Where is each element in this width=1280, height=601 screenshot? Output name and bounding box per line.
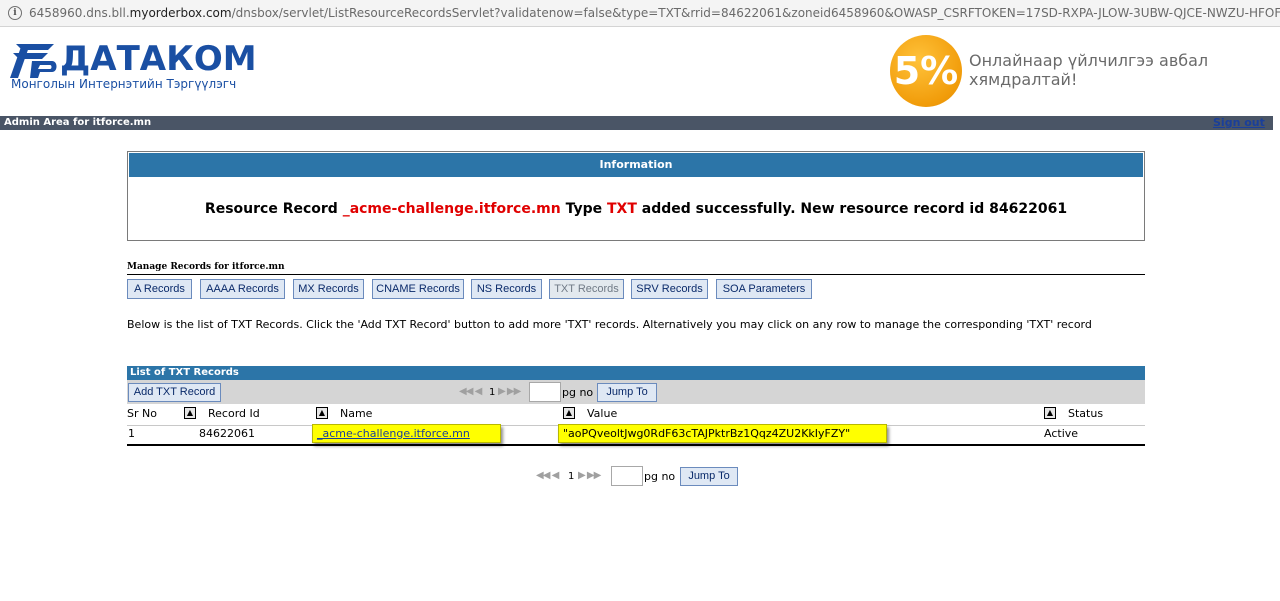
col-header-sr-no: Sr No — [127, 407, 157, 420]
bottom-pg-no-label: pg no — [644, 470, 676, 483]
cell-status: Active — [1044, 427, 1079, 440]
tab-soa-parameters[interactable]: SOA Parameters — [716, 279, 812, 299]
sort-icon[interactable]: ▲ — [1044, 407, 1056, 419]
bottom-jump-to-button[interactable]: Jump To — [680, 467, 738, 486]
logo-title: ДАТАКОМ — [60, 39, 257, 79]
prev-page-icon[interactable]: ◀ — [552, 470, 560, 481]
success-message-record: _acme-challenge.itforce.mn — [342, 201, 561, 217]
admin-bar: Admin Area for itforce.mn Sign out — [0, 116, 1273, 130]
col-header-value: Value — [587, 407, 618, 420]
sort-icon[interactable]: ▲ — [563, 407, 575, 419]
tab-aaaa-records[interactable]: AAAA Records — [200, 279, 285, 299]
table-bottom-border — [127, 444, 1145, 446]
tab-txt-records[interactable]: TXT Records — [549, 279, 624, 299]
success-message-type: TXT — [607, 201, 637, 217]
url-host: myorderbox.com — [129, 6, 232, 20]
tab-mx-records[interactable]: MX Records — [293, 279, 364, 299]
page-number-input[interactable] — [529, 382, 561, 402]
sort-icon[interactable]: ▲ — [316, 407, 328, 419]
bottom-pager-back-icons[interactable]: ◀◀ ◀ — [536, 470, 560, 482]
next-page-icon[interactable]: ▶ — [498, 386, 506, 397]
promo-badge: 5% — [890, 35, 962, 107]
records-description: Below is the list of TXT Records. Click … — [127, 318, 1092, 331]
datacom-logo-icon — [10, 44, 57, 78]
cell-name-link[interactable]: _acme-challenge.itforce.mn — [312, 424, 501, 443]
tab-srv-records[interactable]: SRV Records — [631, 279, 708, 299]
url-prefix: 6458960.dns.bll. — [29, 6, 130, 20]
url-path: /dnsbox/servlet/ListResourceRecordsServl… — [231, 6, 1280, 20]
info-icon[interactable]: i — [8, 6, 22, 20]
jump-to-button[interactable]: Jump To — [597, 383, 657, 402]
success-message-part3: added successfully. New resource record … — [636, 201, 1068, 217]
col-header-status: Status — [1068, 407, 1104, 420]
cell-sr-no: 1 — [128, 427, 135, 440]
address-bar[interactable]: i 6458960.dns.bll.myorderbox.com/dnsbox/… — [0, 0, 1280, 27]
add-txt-record-button[interactable]: Add TXT Record — [128, 383, 221, 402]
divider — [127, 274, 1145, 275]
cell-record-id: 84622061 — [199, 427, 255, 440]
logo-subtitle: Монголын Интернэтийн Тэргүүлэгч — [11, 77, 237, 91]
list-toolbar: Add TXT Record ◀◀ ◀ 1 ▶ ▶▶ pg no Jump To — [127, 380, 1145, 404]
pager-back-icons[interactable]: ◀◀ ◀ — [459, 386, 483, 398]
tab-a-records[interactable]: A Records — [127, 279, 192, 299]
sign-out-link[interactable]: Sign out — [1213, 117, 1265, 129]
last-page-icon[interactable]: ▶▶ — [587, 470, 601, 481]
promo-badge-text: 5% — [893, 49, 959, 93]
next-page-icon[interactable]: ▶ — [578, 470, 586, 481]
last-page-icon[interactable]: ▶▶ — [507, 386, 521, 397]
sort-icon[interactable]: ▲ — [184, 407, 196, 419]
information-heading: Information — [129, 153, 1143, 177]
success-message: Resource Record _acme-challenge.itforce.… — [128, 201, 1144, 217]
col-header-record-id: Record Id — [208, 407, 260, 420]
success-message-part1: Resource Record — [204, 201, 343, 217]
first-page-icon[interactable]: ◀◀ — [536, 470, 550, 481]
cell-value: "aoPQveoltJwg0RdF63cTAJPktrBz1Qqz4ZU2KkI… — [558, 424, 887, 443]
tab-ns-records[interactable]: NS Records — [471, 279, 542, 299]
prev-page-icon[interactable]: ◀ — [475, 386, 483, 397]
promo-text: Онлайнаар үйлчилгээ авбал хямдралтай! — [969, 51, 1209, 89]
admin-area-title: Admin Area for itforce.mn — [4, 117, 152, 128]
tab-cname-records[interactable]: CNAME Records — [372, 279, 464, 299]
col-header-name: Name — [340, 407, 373, 420]
first-page-icon[interactable]: ◀◀ — [459, 386, 473, 397]
bottom-page-number-input[interactable] — [611, 466, 643, 486]
pg-no-label: pg no — [562, 386, 594, 399]
url-text[interactable]: 6458960.dns.bll.myorderbox.com/dnsbox/se… — [29, 6, 1280, 20]
information-panel: Information Resource Record _acme-challe… — [127, 151, 1145, 241]
list-heading: List of TXT Records — [127, 366, 1145, 380]
manage-records-title: Manage Records for itforce.mn — [127, 262, 285, 272]
bottom-page-number: 1 — [568, 471, 575, 482]
bottom-pager-forward-icons[interactable]: ▶ ▶▶ — [578, 470, 601, 482]
site-header: ДАТАКОМ Монголын Интернэтийн Тэргүүлэгч … — [0, 28, 1273, 116]
pager-forward-icons[interactable]: ▶ ▶▶ — [498, 386, 521, 398]
success-message-part2: Type — [560, 201, 607, 217]
page-number: 1 — [489, 387, 496, 398]
